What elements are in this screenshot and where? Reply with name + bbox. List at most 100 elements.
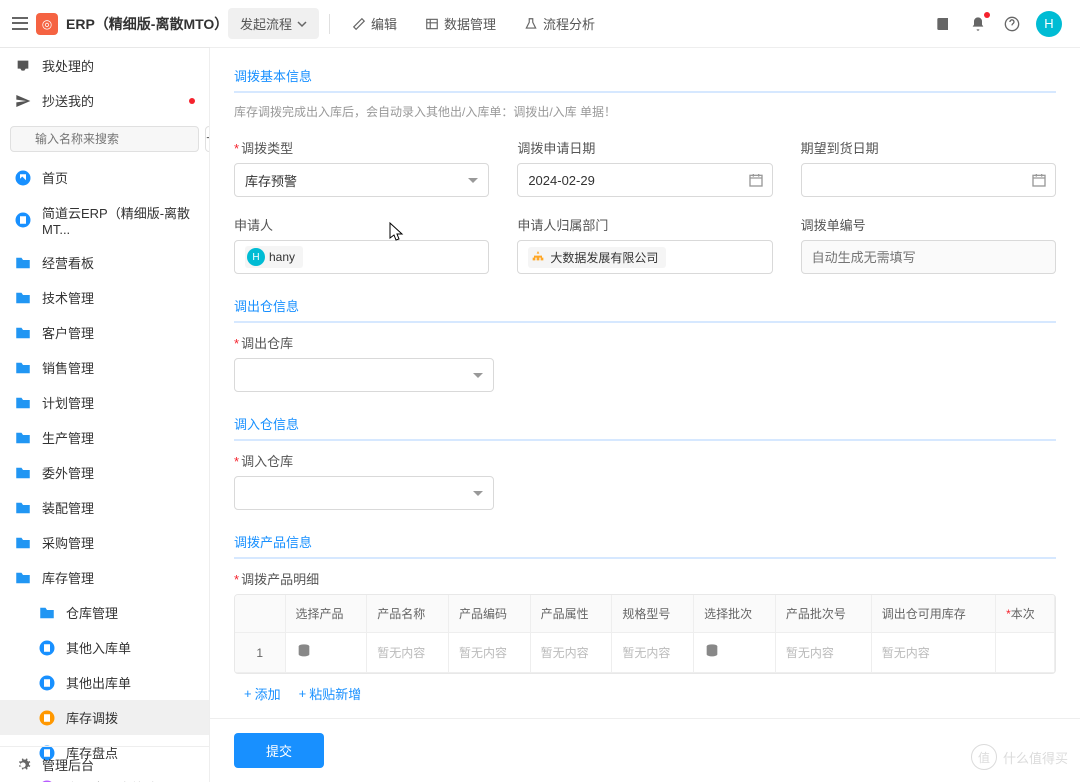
add-row-button[interactable]: + 添加: [244, 684, 281, 703]
label: 我处理的: [42, 56, 94, 75]
bell-icon[interactable]: [968, 14, 988, 34]
nav-group[interactable]: 委外管理: [0, 455, 209, 490]
table-row[interactable]: 1 暂无内容 暂无内容 暂无内容 暂无内容 暂无内容 暂无内容: [235, 633, 1055, 673]
folder-icon: [14, 569, 32, 587]
folder-icon: [14, 254, 32, 272]
app-title: ERP（精细版-离散MTO）: [66, 14, 228, 34]
input-apply-date[interactable]: 2024-02-29: [517, 163, 772, 197]
item-icon: [38, 709, 56, 727]
calendar-icon: [1031, 172, 1047, 188]
col-header: 产品属性: [530, 595, 612, 633]
label: 管理后台: [42, 755, 94, 774]
item-icon: [38, 674, 56, 692]
paste-row-button[interactable]: + 粘贴新增: [299, 684, 362, 703]
nav-group[interactable]: 采购管理: [0, 525, 209, 560]
app-logo: ◎: [36, 13, 58, 35]
toolbar: 发起流程 编辑 数据管理 流程分析 H: [210, 0, 1080, 48]
pencil-icon: [352, 17, 366, 31]
product-table: 选择产品产品名称产品编码产品属性规格型号选择批次产品批次号调出仓可用库存*本次 …: [235, 595, 1055, 673]
edit-button[interactable]: 编辑: [340, 8, 409, 39]
member-avatar-icon: H: [247, 248, 265, 266]
database-icon[interactable]: [704, 643, 720, 659]
chevron-down-icon: [297, 19, 307, 29]
label: 抄送我的: [42, 91, 94, 110]
label-out-wh: 调出仓库: [234, 333, 494, 352]
nav-group[interactable]: 经营看板: [0, 245, 209, 280]
label-apply-date: 调拨申请日期: [517, 138, 772, 157]
item-icon: [38, 639, 56, 657]
sidebar-search[interactable]: [10, 126, 199, 152]
label-detail: 调拨产品明细: [234, 569, 1056, 588]
nav-sub-item[interactable]: 库存调拨: [0, 700, 209, 735]
nav-cc-me[interactable]: 抄送我的: [0, 83, 209, 118]
home-icon: [14, 169, 32, 187]
nav-erp[interactable]: 简道云ERP（精细版-离散MT...: [0, 195, 209, 245]
nav-home[interactable]: 首页: [0, 160, 209, 195]
inbox-icon: [14, 57, 32, 75]
help-icon[interactable]: [1002, 14, 1022, 34]
folder-icon: [14, 394, 32, 412]
analysis-button[interactable]: 流程分析: [512, 8, 607, 39]
select-in-wh[interactable]: [234, 476, 494, 510]
nav-group[interactable]: 技术管理: [0, 280, 209, 315]
flask-icon: [524, 17, 538, 31]
label-dept: 申请人归属部门: [517, 215, 772, 234]
folder-icon: [14, 359, 32, 377]
watermark-logo-icon: 值: [971, 744, 997, 770]
submit-button[interactable]: 提交: [234, 733, 324, 768]
label: 首页: [42, 168, 68, 187]
folder-icon: [14, 499, 32, 517]
footer: 提交: [210, 718, 1080, 782]
basic-hint: 库存调拨完成出入库后，会自动录入其他出/入库单：调拨出/入库 单据！: [234, 103, 1056, 120]
label: 简道云ERP（精细版-离散MT...: [42, 203, 195, 237]
section-in: 调入仓信息: [234, 414, 1056, 441]
select-out-wh[interactable]: [234, 358, 494, 392]
input-docno: [801, 240, 1056, 274]
col-header: 选择批次: [694, 595, 776, 633]
input-dept[interactable]: 大数据发展有限公司: [517, 240, 772, 274]
database-icon[interactable]: [296, 643, 312, 659]
nav-sub-item[interactable]: 其他出库单: [0, 665, 209, 700]
nav-sub-item[interactable]: 仓库管理: [0, 595, 209, 630]
folder-icon: [14, 429, 32, 447]
data-button[interactable]: 数据管理: [413, 8, 508, 39]
unread-dot: [189, 98, 195, 104]
book-icon[interactable]: [934, 14, 954, 34]
folder-icon: [14, 289, 32, 307]
col-header: 调出仓可用库存: [871, 595, 995, 633]
nav-group[interactable]: 库存管理: [0, 560, 209, 595]
input-applicant[interactable]: Hhany: [234, 240, 489, 274]
col-header: 产品批次号: [775, 595, 871, 633]
calendar-icon: [748, 172, 764, 188]
form-main: 调拨基本信息 库存调拨完成出入库后，会自动录入其他出/入库单：调拨出/入库 单据…: [210, 48, 1080, 782]
label-in-wh: 调入仓库: [234, 451, 494, 470]
select-type[interactable]: 库存预警: [234, 163, 489, 197]
col-header: 选择产品: [285, 595, 367, 633]
label-docno: 调拨单编号: [801, 215, 1056, 234]
nav-group[interactable]: 计划管理: [0, 385, 209, 420]
start-process-button[interactable]: 发起流程: [228, 8, 319, 39]
folder-icon: [14, 324, 32, 342]
section-basic: 调拨基本信息: [234, 66, 1056, 93]
user-avatar[interactable]: H: [1036, 11, 1062, 37]
input-expect-date[interactable]: [801, 163, 1056, 197]
section-prod: 调拨产品信息: [234, 532, 1056, 559]
nav-group[interactable]: 生产管理: [0, 420, 209, 455]
label-applicant: 申请人: [234, 215, 489, 234]
folder-icon: [14, 464, 32, 482]
doc-icon: [14, 211, 32, 229]
nav-group[interactable]: 销售管理: [0, 350, 209, 385]
nav-my-handled[interactable]: 我处理的: [0, 48, 209, 83]
nav-sub-item[interactable]: 其他入库单: [0, 630, 209, 665]
label-type: 调拨类型: [234, 138, 489, 157]
gear-icon: [14, 756, 32, 774]
nav-group[interactable]: 客户管理: [0, 315, 209, 350]
sidebar: 我处理的 抄送我的 + 首页 简道云ERP（精细版-离散MT... 经营看板技术…: [0, 48, 210, 782]
nav-group[interactable]: 装配管理: [0, 490, 209, 525]
col-header: [235, 595, 285, 633]
nav-admin[interactable]: 管理后台: [0, 747, 209, 782]
hamburger-icon[interactable]: [12, 16, 28, 32]
table-icon: [425, 17, 439, 31]
watermark: 值 什么值得买: [971, 744, 1068, 770]
col-header: 产品编码: [448, 595, 530, 633]
